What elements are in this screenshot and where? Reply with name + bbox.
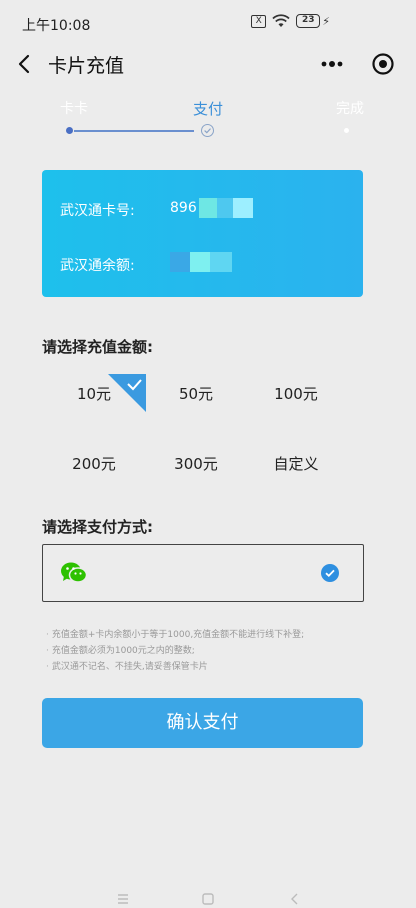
- battery-level: 23: [296, 14, 321, 28]
- amount-option-300[interactable]: 300元: [144, 444, 248, 484]
- masked-block: [170, 252, 190, 272]
- notes-list: 充值金额+卡内余额小于等于1000,充值金额不能进行线下补登; 充值金额必须为1…: [46, 627, 376, 675]
- card-number-value: 896: [170, 198, 253, 218]
- more-options-icon[interactable]: [318, 52, 346, 76]
- wechat-icon: [61, 562, 88, 583]
- amount-option-label: 50元: [178, 385, 214, 403]
- amount-option-100[interactable]: 100元: [244, 374, 348, 414]
- card-number-label: 武汉通卡号:: [60, 203, 135, 219]
- amount-options-grid: 10元 50元 100元 200元 300元 自定义: [42, 364, 363, 494]
- masked-block: [210, 252, 232, 272]
- note-item: 武汉通不记名、不挂失,请妥善保管卡片: [46, 659, 376, 675]
- nav-bar: 卡片充值: [0, 44, 416, 84]
- balance-label: 武汉通余额:: [60, 258, 135, 274]
- step-dot-done: [344, 128, 349, 133]
- back-arrow-icon[interactable]: [14, 50, 36, 78]
- masked-block: [216, 198, 233, 218]
- battery-indicator: 23 ⚡: [296, 14, 330, 28]
- amount-option-label: 自定义: [273, 455, 319, 473]
- check-circle-icon: [321, 564, 339, 582]
- step-progress-line: [74, 130, 194, 132]
- card-number-prefix: 896: [170, 200, 197, 216]
- status-time: 上午10:08: [22, 18, 91, 34]
- amount-option-50[interactable]: 50元: [144, 374, 248, 414]
- masked-block: [232, 198, 253, 218]
- step-check-icon: [201, 124, 214, 137]
- status-icons: X 23 ⚡: [251, 14, 330, 28]
- note-item: 充值金额必须为1000元之内的整数;: [46, 643, 376, 659]
- card-info-panel: 武汉通卡号: 896 武汉通余额:: [42, 170, 363, 297]
- amount-option-label: 10元: [76, 385, 112, 403]
- amount-option-200[interactable]: 200元: [42, 444, 146, 484]
- payment-section-title: 请选择支付方式:: [42, 518, 153, 536]
- step-dot-card: [66, 127, 73, 134]
- step-label-done: 完成: [336, 101, 364, 117]
- menu-icon[interactable]: [116, 892, 130, 906]
- step-label-card: 卡卡: [60, 101, 88, 117]
- amount-option-label: 200元: [72, 455, 116, 473]
- amount-option-label: 300元: [174, 455, 218, 473]
- masked-block: [190, 252, 210, 272]
- confirm-payment-button[interactable]: 确认支付: [42, 698, 363, 748]
- system-nav-bar: [0, 888, 416, 908]
- step-label-pay: 支付: [193, 100, 224, 118]
- amount-option-custom[interactable]: 自定义: [244, 444, 348, 484]
- note-item: 充值金额+卡内余额小于等于1000,充值金额不能进行线下补登;: [46, 627, 376, 643]
- page-title: 卡片充值: [48, 55, 125, 77]
- payment-method-wechat[interactable]: [42, 544, 364, 602]
- amount-option-10[interactable]: 10元: [42, 374, 146, 414]
- sim-icon: X: [251, 14, 267, 28]
- amount-option-label: 100元: [274, 385, 318, 403]
- amount-section-title: 请选择充值金额:: [42, 338, 153, 356]
- status-bar: 上午10:08 X 23 ⚡: [0, 0, 416, 44]
- step-indicator: 卡卡 支付 完成: [0, 92, 416, 142]
- balance-value: [170, 252, 232, 272]
- selected-check-flag-icon: [108, 374, 146, 412]
- charging-icon: ⚡: [322, 14, 330, 28]
- masked-block: [198, 198, 217, 218]
- back-icon[interactable]: [288, 892, 302, 906]
- close-miniprogram-icon[interactable]: [369, 50, 397, 78]
- wifi-icon: [272, 14, 290, 27]
- home-icon[interactable]: [201, 892, 215, 906]
